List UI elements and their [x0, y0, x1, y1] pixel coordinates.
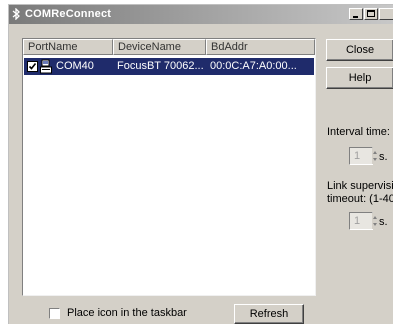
- link-supervision-label-line1: Link supervision: [327, 180, 393, 192]
- list-header: PortName DeviceName BdAddr: [23, 39, 315, 55]
- refresh-button[interactable]: Refresh: [234, 304, 304, 324]
- title-bar[interactable]: COMReConnect: [9, 5, 393, 24]
- device-icon: [40, 59, 52, 74]
- window-title: COMReConnect: [25, 8, 112, 20]
- link-supervision-label-line2: timeout: (1-40): [327, 193, 393, 205]
- maximize-icon: [367, 10, 375, 17]
- close-window-button[interactable]: [379, 8, 393, 20]
- taskbar-checkbox[interactable]: [49, 308, 60, 319]
- interval-time-input[interactable]: 1: [349, 147, 378, 165]
- taskbar-checkbox-label[interactable]: Place icon in the taskbar: [67, 307, 187, 319]
- bluetooth-icon: [12, 8, 20, 20]
- interval-unit: s.: [379, 151, 388, 163]
- row-address: 00:0C:A7:A0:00...: [210, 60, 297, 72]
- row-checkbox[interactable]: [27, 61, 38, 72]
- minimize-button[interactable]: [349, 8, 363, 20]
- help-button[interactable]: Help: [326, 67, 393, 89]
- link-supervision-unit: s.: [379, 216, 388, 228]
- column-header-bdaddr[interactable]: BdAddr: [206, 39, 315, 55]
- table-row[interactable]: COM40 FocusBT 70062... 00:0C:A7:A0:00...: [24, 58, 314, 75]
- close-button[interactable]: Close: [326, 39, 393, 61]
- column-header-portname[interactable]: PortName: [23, 39, 113, 55]
- minimize-icon: [353, 16, 358, 18]
- row-port: COM40: [56, 60, 94, 72]
- port-list[interactable]: PortName DeviceName BdAddr COM40 FocusBT…: [22, 38, 316, 296]
- interval-time-value: 1: [354, 150, 361, 162]
- row-device: FocusBT 70062...: [117, 60, 204, 72]
- comreconnect-window: COMReConnect PortName DeviceName BdAddr: [8, 4, 393, 324]
- maximize-button[interactable]: [364, 8, 378, 20]
- spin-arrows-icon[interactable]: [372, 213, 378, 229]
- link-supervision-input[interactable]: 1: [349, 212, 378, 230]
- link-supervision-value: 1: [354, 215, 361, 227]
- spin-arrows-icon[interactable]: [372, 148, 378, 164]
- column-header-devicename[interactable]: DeviceName: [113, 39, 206, 55]
- interval-time-label: Interval time:: [327, 126, 390, 138]
- checkmark-icon: [28, 63, 37, 70]
